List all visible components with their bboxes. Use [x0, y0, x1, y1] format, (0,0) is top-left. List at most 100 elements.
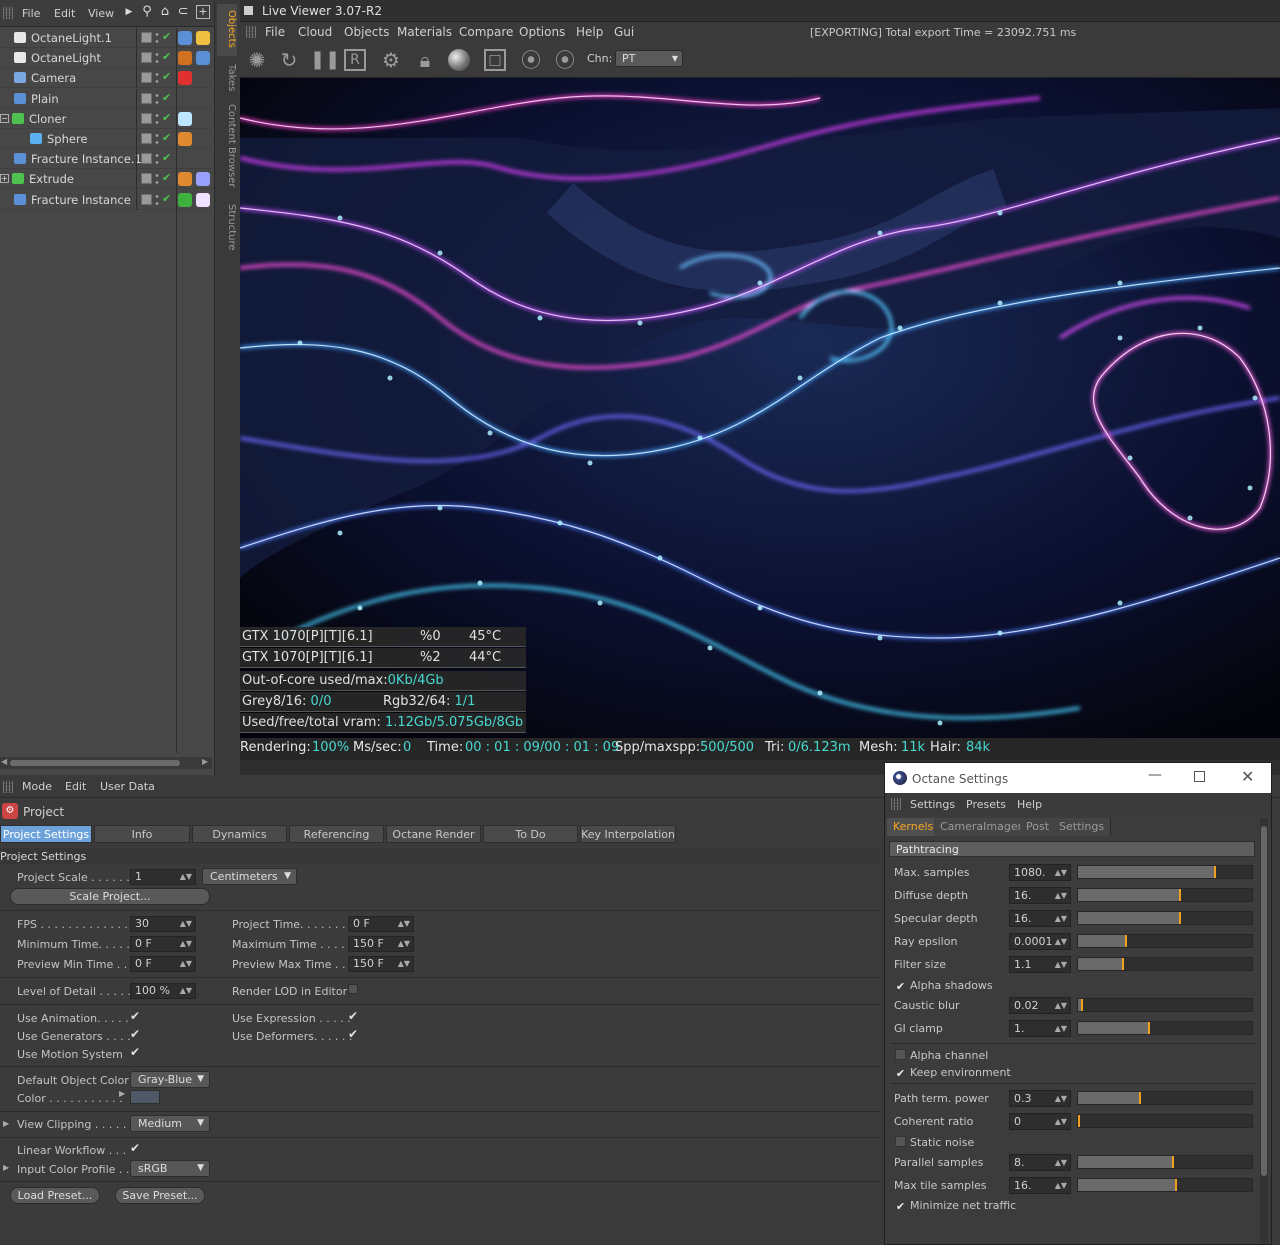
- layer-swatch-icon[interactable]: [141, 72, 152, 84]
- object-name[interactable]: Camera: [31, 71, 76, 85]
- min-time-field[interactable]: 0 F ▲▼: [130, 936, 196, 952]
- slider-handle[interactable]: [1078, 1115, 1080, 1127]
- render-lod-checkbox[interactable]: [348, 984, 358, 994]
- load-preset-button[interactable]: Load Preset...: [10, 1187, 100, 1204]
- layer-swatch-icon[interactable]: [141, 52, 152, 64]
- object-tag-icon[interactable]: [178, 111, 192, 126]
- input-profile-select[interactable]: sRGB ▼: [130, 1160, 210, 1177]
- stepper-icon[interactable]: ▲▼: [1055, 1091, 1067, 1106]
- scale-project-button[interactable]: Scale Project...: [10, 888, 210, 905]
- visibility-dots-icon[interactable]: [155, 91, 159, 106]
- expand-toggle-icon[interactable]: −: [0, 113, 9, 123]
- project-scale-field[interactable]: 1 ▲▼: [130, 869, 196, 885]
- object-row[interactable]: − Cloner ✔: [0, 108, 212, 129]
- param-slider[interactable]: [1077, 888, 1253, 902]
- object-row[interactable]: Sphere ✔: [0, 129, 212, 149]
- max-time-field[interactable]: 150 F ▲▼: [348, 936, 414, 952]
- scrollbar-thumb[interactable]: [1261, 826, 1267, 1176]
- param-value-field[interactable]: 0.02 ▲▼: [1009, 997, 1071, 1014]
- lv-menu-compare[interactable]: Compare: [459, 25, 513, 39]
- clay-mode-icon[interactable]: □: [484, 49, 506, 71]
- param-slider[interactable]: [1077, 934, 1253, 948]
- stepper-icon[interactable]: ▲▼: [180, 937, 192, 951]
- stepper-icon[interactable]: ▲▼: [1055, 998, 1067, 1013]
- layer-swatch-icon[interactable]: [141, 112, 152, 124]
- layer-swatch-icon[interactable]: [141, 92, 152, 104]
- object-name[interactable]: OctaneLight: [31, 51, 101, 65]
- tab-to-do[interactable]: To Do: [483, 825, 578, 843]
- expand-toggle-icon[interactable]: +: [0, 174, 9, 184]
- stepper-icon[interactable]: ▲▼: [1055, 957, 1067, 972]
- lv-menu-file[interactable]: File: [265, 25, 285, 39]
- param-value-field[interactable]: 0 ▲▼: [1009, 1113, 1071, 1130]
- stepper-icon[interactable]: ▲▼: [1055, 865, 1067, 880]
- pick-focus-icon[interactable]: ⦿: [518, 47, 544, 73]
- linear-workflow-checkbox[interactable]: ✔: [130, 1142, 142, 1155]
- slider-handle[interactable]: [1178, 889, 1181, 901]
- channel-select[interactable]: PT ▼: [615, 50, 683, 67]
- param-slider[interactable]: [1077, 1178, 1253, 1192]
- lv-menu-objects[interactable]: Objects: [344, 25, 389, 39]
- vertical-scrollbar[interactable]: [1260, 818, 1268, 1243]
- menu-edit[interactable]: Edit: [54, 7, 75, 20]
- visibility-dots-icon[interactable]: [155, 31, 159, 45]
- lv-menu-gui[interactable]: Gui: [614, 25, 634, 39]
- stepper-icon[interactable]: ▲▼: [180, 870, 192, 884]
- horizontal-scrollbar[interactable]: ◀ ▶: [0, 757, 212, 769]
- visibility-dots-icon[interactable]: [155, 172, 159, 187]
- object-tag-icon[interactable]: [178, 132, 192, 146]
- object-row[interactable]: OctaneLight ✔: [0, 48, 212, 69]
- enabled-check-icon[interactable]: ✔: [162, 131, 171, 144]
- lock-icon[interactable]: 🔒︎: [412, 47, 438, 73]
- checkbox-box[interactable]: [895, 1049, 906, 1060]
- slider-handle[interactable]: [1171, 1156, 1174, 1168]
- pick-material-icon[interactable]: ⦿: [552, 47, 578, 73]
- checkmark-icon[interactable]: ✔: [895, 1068, 906, 1080]
- stepper-icon[interactable]: ▲▼: [180, 917, 192, 931]
- param-value-field[interactable]: 16. ▲▼: [1009, 1177, 1071, 1194]
- lod-field[interactable]: 100 % ▲▼: [130, 983, 196, 999]
- tab-key-interpolation[interactable]: Key Interpolation: [580, 825, 676, 843]
- visibility-dots-icon[interactable]: [155, 51, 159, 66]
- region-render-icon[interactable]: R: [344, 49, 366, 71]
- stepper-icon[interactable]: ▲▼: [1055, 888, 1067, 903]
- expand-arrow-icon[interactable]: ▶: [3, 1163, 9, 1172]
- expand-arrow-icon[interactable]: ▶: [119, 1089, 125, 1098]
- object-row[interactable]: + Extrude ✔: [0, 169, 212, 190]
- new-window-icon[interactable]: +: [196, 5, 210, 19]
- object-row[interactable]: Fracture Instance ✔: [0, 189, 212, 210]
- slider-handle[interactable]: [1124, 935, 1127, 947]
- param-slider[interactable]: [1077, 1155, 1253, 1169]
- object-name[interactable]: Extrude: [29, 172, 74, 186]
- preview-min-field[interactable]: 0 F ▲▼: [130, 956, 196, 972]
- color-swatch[interactable]: [130, 1090, 160, 1104]
- menu-file[interactable]: File: [22, 7, 40, 20]
- layer-swatch-icon[interactable]: [141, 153, 152, 165]
- layer-swatch-icon[interactable]: [141, 173, 152, 185]
- object-row[interactable]: OctaneLight.1 ✔: [0, 28, 212, 48]
- slider-handle[interactable]: [1081, 999, 1084, 1011]
- enabled-check-icon[interactable]: ✔: [162, 192, 171, 205]
- tab-dynamics[interactable]: Dynamics: [192, 825, 287, 843]
- menu-more-icon[interactable]: ▶: [122, 5, 136, 19]
- param-slider[interactable]: [1077, 957, 1253, 971]
- save-preset-button[interactable]: Save Preset...: [115, 1187, 205, 1204]
- enabled-check-icon[interactable]: ✔: [162, 151, 171, 164]
- param-slider[interactable]: [1077, 1091, 1253, 1105]
- slider-handle[interactable]: [1147, 1022, 1150, 1034]
- project-time-field[interactable]: 0 F ▲▼: [348, 916, 414, 932]
- layer-swatch-icon[interactable]: [141, 32, 152, 43]
- object-name[interactable]: Plain: [31, 92, 59, 106]
- option-checkbox[interactable]: ✔ Minimize net traffic: [895, 1199, 1016, 1213]
- option-checkbox[interactable]: Alpha channel: [895, 1049, 988, 1062]
- object-name[interactable]: Fracture Instance: [31, 193, 131, 207]
- param-slider[interactable]: [1077, 998, 1253, 1012]
- os-tab-cameraimager[interactable]: CameraImager: [934, 818, 1030, 836]
- param-value-field[interactable]: 0.3 ▲▼: [1009, 1090, 1071, 1107]
- object-tag-icon[interactable]: [178, 192, 192, 207]
- object-tag-icon[interactable]: [196, 192, 210, 207]
- fps-field[interactable]: 30 ▲▼: [130, 916, 196, 932]
- preview-max-field[interactable]: 150 F ▲▼: [348, 956, 414, 972]
- layer-swatch-icon[interactable]: [141, 133, 152, 144]
- use-deformers-checkbox[interactable]: ✔: [348, 1028, 360, 1041]
